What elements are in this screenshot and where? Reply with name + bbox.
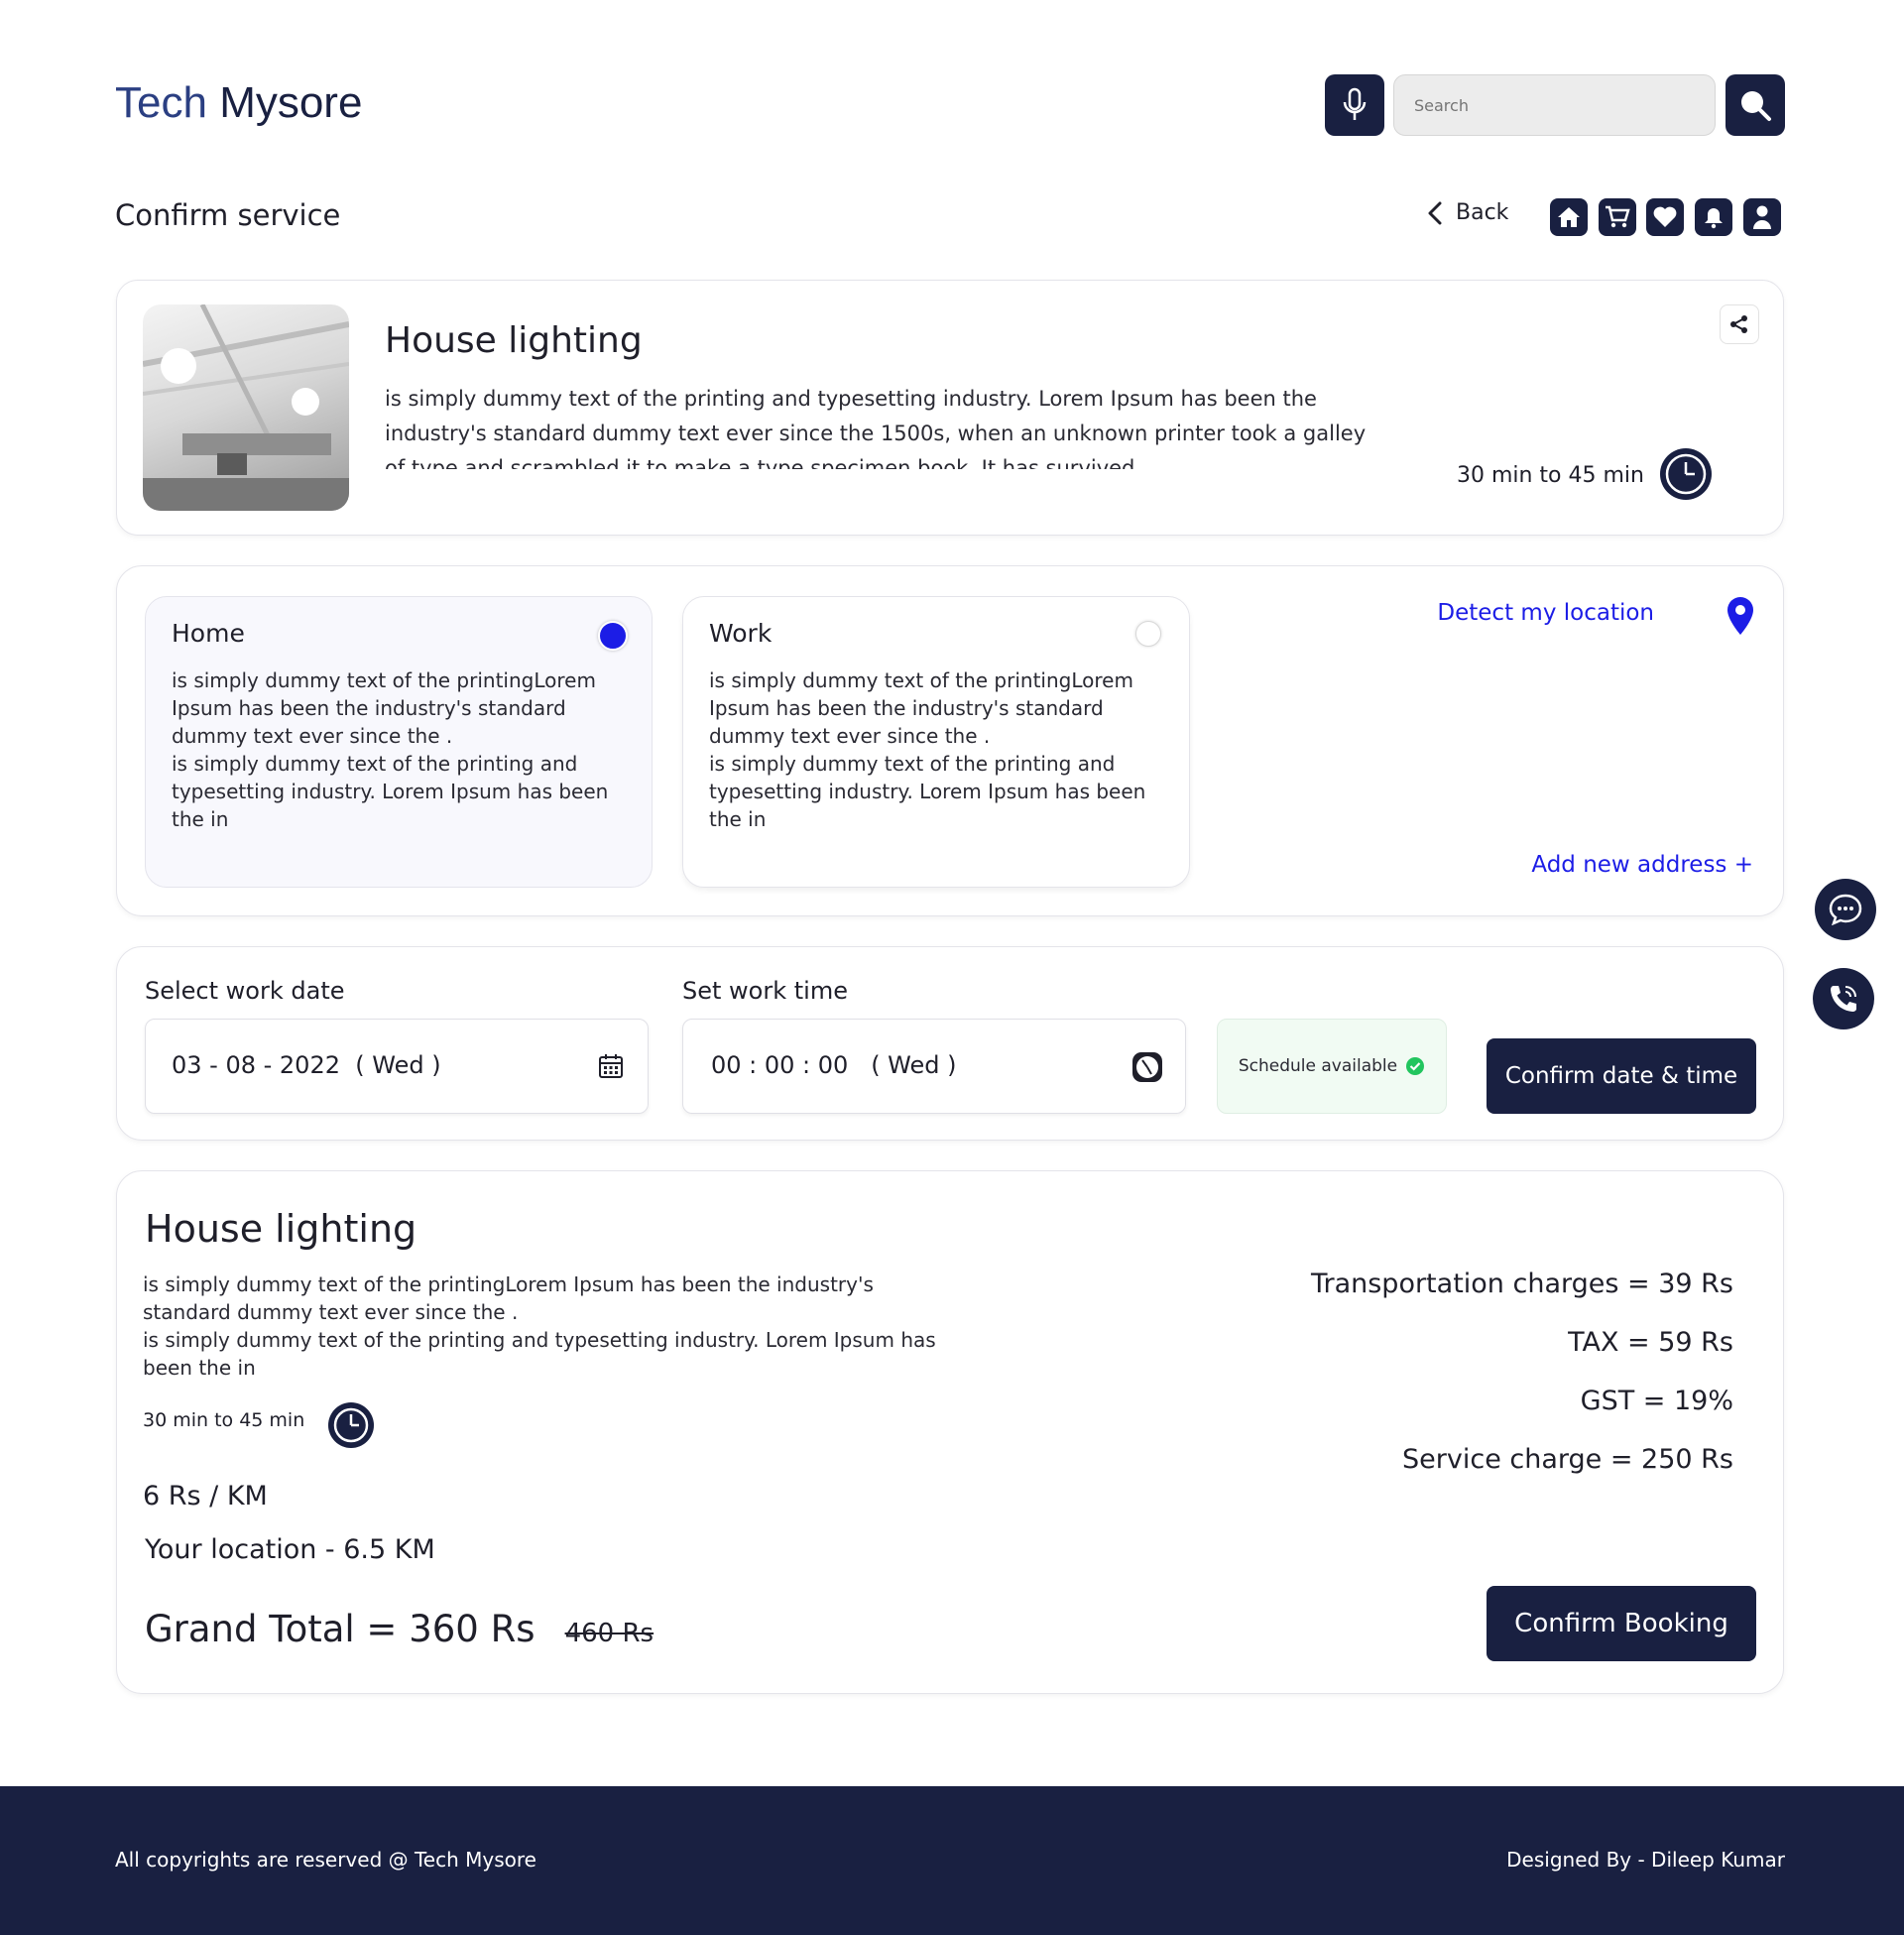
service-description: is simply dummy text of the printing and… (385, 387, 1367, 469)
service-charge: Service charge = 250 Rs (1402, 1444, 1733, 1475)
footer: All copyrights are reserved @ Tech Mysor… (0, 1786, 1904, 1935)
calendar-icon[interactable] (598, 1053, 624, 1079)
confirm-booking-button[interactable]: Confirm Booking (1487, 1586, 1756, 1661)
service-card: House lighting is simply dummy text of t… (116, 280, 1784, 536)
summary-card: House lighting is simply dummy text of t… (116, 1170, 1784, 1694)
rate-per-km: 6 Rs / KM (143, 1481, 268, 1512)
chat-button[interactable] (1815, 879, 1876, 940)
nav-profile-button[interactable] (1743, 198, 1781, 236)
search-input[interactable] (1393, 74, 1716, 136)
address-work-label: Work (709, 619, 773, 648)
service-duration: 30 min to 45 min (1456, 463, 1644, 488)
tax-charge: TAX = 59 Rs (1568, 1327, 1733, 1358)
your-location-distance: Your location - 6.5 KM (145, 1534, 435, 1565)
nav-notifications-button[interactable] (1695, 198, 1732, 236)
clock-icon (1660, 448, 1712, 500)
nav-cart-button[interactable] (1599, 198, 1636, 236)
schedule-status-text: Schedule available (1238, 1056, 1398, 1076)
cart-icon (1606, 205, 1630, 228)
summary-title: House lighting (145, 1207, 417, 1251)
chat-icon (1829, 894, 1862, 925)
bell-icon (1705, 208, 1723, 229)
address-work-radio[interactable] (1135, 621, 1161, 647)
service-title: House lighting (385, 320, 643, 361)
confirm-date-time-button[interactable]: Confirm date & time (1487, 1038, 1756, 1114)
time-picker[interactable]: 00 : 00 : 00 ( Wed ) (682, 1019, 1186, 1114)
call-button[interactable] (1813, 968, 1874, 1029)
brand-second: Mysore (219, 78, 363, 127)
clock-icon[interactable] (1131, 1051, 1163, 1083)
heart-icon (1653, 206, 1677, 227)
back-button[interactable]: Back (1428, 200, 1508, 225)
summary-line2: is simply dummy text of the printing and… (143, 1328, 936, 1380)
nav-home-button[interactable] (1550, 198, 1588, 236)
location-pin-icon[interactable] (1726, 596, 1755, 636)
schedule-card: Select work date 03 - 08 - 2022 ( Wed ) … (116, 946, 1784, 1141)
search-button[interactable] (1726, 74, 1785, 136)
phone-icon (1831, 986, 1856, 1012)
address-home-radio[interactable] (598, 621, 628, 651)
footer-copyright: All copyrights are reserved @ Tech Mysor… (115, 1848, 536, 1872)
mic-button[interactable] (1325, 74, 1384, 136)
footer-designer: Designed By - Dileep Kumar (1506, 1848, 1785, 1872)
date-picker[interactable]: 03 - 08 - 2022 ( Wed ) (145, 1019, 649, 1114)
add-new-address-link[interactable]: Add new address + (1357, 852, 1753, 878)
time-value: 00 : 00 : 00 ( Wed ) (711, 1051, 957, 1079)
address-option-home[interactable]: Home is simply dummy text of the printin… (145, 596, 653, 888)
summary-line1: is simply dummy text of the printingLore… (143, 1272, 874, 1324)
share-button[interactable] (1720, 304, 1759, 344)
old-total-value: 460 Rs (564, 1619, 654, 1648)
grand-total: Grand Total = 360 Rs 460 Rs (145, 1608, 654, 1650)
share-icon (1730, 315, 1747, 333)
address-work-line1: is simply dummy text of the printingLore… (709, 668, 1133, 748)
page-title: Confirm service (115, 198, 341, 232)
brand-first: Tech (115, 78, 207, 127)
time-label: Set work time (682, 977, 848, 1005)
search-icon (1741, 91, 1771, 121)
back-chevron-icon (1428, 201, 1442, 224)
date-label: Select work date (145, 977, 345, 1005)
detect-location-link[interactable]: Detect my location (1357, 600, 1654, 626)
address-option-work[interactable]: Work is simply dummy text of the printin… (682, 596, 1190, 888)
address-card: Home is simply dummy text of the printin… (116, 565, 1784, 916)
date-value: 03 - 08 - 2022 ( Wed ) (172, 1051, 441, 1079)
transport-charge: Transportation charges = 39 Rs (1310, 1269, 1733, 1299)
check-circle-icon (1406, 1057, 1425, 1075)
address-work-line2: is simply dummy text of the printing and… (709, 752, 1146, 831)
nav-favorites-button[interactable] (1646, 198, 1684, 236)
address-home-line2: is simply dummy text of the printing and… (172, 752, 609, 831)
back-label: Back (1456, 200, 1509, 225)
clock-icon (328, 1402, 374, 1448)
summary-duration: 30 min to 45 min (143, 1409, 305, 1431)
home-icon (1558, 207, 1580, 227)
grand-total-value: Grand Total = 360 Rs (145, 1608, 536, 1650)
mic-icon (1343, 87, 1367, 120)
address-home-line1: is simply dummy text of the printingLore… (172, 668, 596, 748)
schedule-status-badge: Schedule available (1217, 1019, 1447, 1114)
brand-logo[interactable]: Tech Mysore (115, 75, 362, 131)
user-icon (1753, 205, 1771, 229)
service-image (143, 304, 349, 511)
gst-rate: GST = 19% (1580, 1386, 1733, 1416)
address-home-label: Home (172, 619, 245, 648)
